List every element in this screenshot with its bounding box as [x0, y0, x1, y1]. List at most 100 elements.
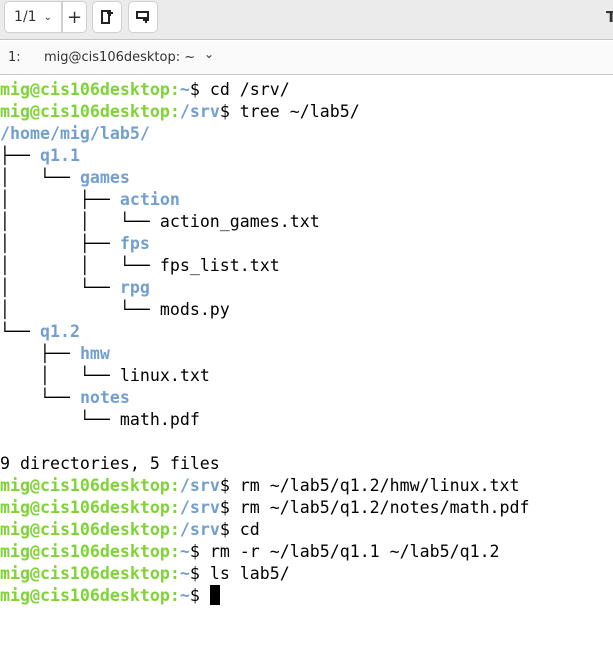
output-line: ├── q1.1 — [0, 145, 613, 167]
command: rm -r ~/lab5/q1.1 ~/lab5/q1.2 — [199, 542, 500, 561]
chevron-down-icon: ⌄ — [43, 11, 52, 23]
page-selector[interactable]: 1/1 ⌄ — [4, 1, 62, 33]
command: rm ~/lab5/q1.2/notes/math.pdf — [229, 498, 530, 517]
output-line: └── notes — [0, 387, 613, 409]
prompt-separator: : — [169, 102, 180, 121]
tree-branch: ├── — [0, 146, 40, 165]
prompt-user: mig@cis106desktop — [0, 498, 170, 517]
prompt-line: mig@cis106desktop:~$ ls lab5/ — [0, 563, 613, 585]
prompt-line: mig@cis106desktop:/srv$ cd — [0, 519, 613, 541]
split-horizontal-icon — [136, 11, 149, 23]
directory-name: games — [79, 168, 130, 187]
command: tree ~/lab5/ — [229, 102, 360, 121]
file-name: linux.txt — [119, 366, 210, 385]
output-line: │ └── games — [0, 167, 613, 189]
tree-branch: ├── — [0, 344, 80, 363]
tab-title[interactable]: mig@cis106desktop: ~ — [44, 50, 195, 65]
directory-name: q1.1 — [39, 146, 80, 165]
output-line: │ └── rpg — [0, 277, 613, 299]
prompt-path: /srv — [179, 520, 220, 539]
tree-branch: └── — [0, 322, 40, 341]
terminal-output[interactable]: mig@cis106desktop:~$ cd /srv/mig@cis106d… — [0, 79, 613, 607]
file-name: mods.py — [159, 300, 230, 319]
prompt-separator: : — [169, 586, 180, 605]
prompt-separator: : — [169, 476, 180, 495]
prompt-path: /srv — [179, 102, 220, 121]
prompt-user: mig@cis106desktop — [0, 542, 170, 561]
prompt-user: mig@cis106desktop — [0, 564, 170, 583]
prompt-separator: : — [169, 542, 180, 561]
split-vertical-icon — [101, 10, 113, 24]
prompt-line: mig@cis106desktop:~$ rm -r ~/lab5/q1.1 ~… — [0, 541, 613, 563]
tree-branch: └── — [0, 388, 80, 407]
directory-name: /home/mig/lab5/ — [0, 124, 150, 143]
prompt-user: mig@cis106desktop — [0, 80, 170, 99]
tree-branch: │ │ └── — [0, 212, 160, 231]
output-line: ├── hmw — [0, 343, 613, 365]
output-line: 9 directories, 5 files — [0, 453, 613, 475]
prompt-path: /srv — [179, 498, 220, 517]
tree-branch: │ ├── — [0, 234, 120, 253]
file-name: 9 directories, 5 files — [0, 454, 220, 473]
directory-name: rpg — [119, 278, 150, 297]
tree-branch: │ └── — [0, 366, 120, 385]
command — [200, 586, 210, 605]
prompt-user: mig@cis106desktop — [0, 476, 170, 495]
split-horizontal-button[interactable] — [128, 1, 158, 33]
prompt-separator: : — [169, 498, 180, 517]
page-indicator: 1/1 — [14, 9, 37, 25]
tree-branch: │ └── — [0, 300, 160, 319]
prompt-dollar: $ — [219, 102, 230, 121]
prompt-line: mig@cis106desktop:~$ — [0, 585, 613, 607]
prompt-path: ~ — [179, 586, 190, 605]
add-terminal-button[interactable]: + — [62, 1, 87, 33]
output-line: │ ├── action — [0, 189, 613, 211]
file-name: fps_list.txt — [159, 256, 280, 275]
prompt-dollar: $ — [219, 520, 230, 539]
tree-branch: │ │ └── — [0, 256, 160, 275]
cursor — [209, 585, 220, 605]
file-name: math.pdf — [119, 410, 200, 429]
prompt-path: ~ — [179, 542, 190, 561]
prompt-dollar: $ — [219, 498, 230, 517]
prompt-dollar: $ — [189, 586, 200, 605]
output-line: │ │ └── fps_list.txt — [0, 255, 613, 277]
prompt-dollar: $ — [219, 476, 230, 495]
prompt-user: mig@cis106desktop — [0, 102, 170, 121]
directory-name: action — [119, 190, 180, 209]
tree-branch: │ └── — [0, 278, 120, 297]
output-line: │ │ └── action_games.txt — [0, 211, 613, 233]
split-vertical-button[interactable] — [92, 1, 122, 33]
output-line: /home/mig/lab5/ — [0, 123, 613, 145]
prompt-path: ~ — [179, 564, 190, 583]
prompt-dollar: $ — [189, 564, 200, 583]
output-line: │ └── mods.py — [0, 299, 613, 321]
prompt-dollar: $ — [189, 542, 200, 561]
prompt-line: mig@cis106desktop:/srv$ rm ~/lab5/q1.2/n… — [0, 497, 613, 519]
chevron-down-icon[interactable]: ⌄ — [204, 47, 214, 61]
tab-index: 1: — [8, 50, 21, 65]
output-line: └── q1.2 — [0, 321, 613, 343]
tree-branch: │ ├── — [0, 190, 120, 209]
directory-name: fps — [119, 234, 150, 253]
command: cd — [229, 520, 260, 539]
prompt-separator: : — [169, 564, 180, 583]
directory-name: q1.2 — [39, 322, 80, 341]
command: cd /srv/ — [199, 80, 290, 99]
tab-bar: 1: mig@cis106desktop: ~ ⌄ — [0, 41, 613, 75]
prompt-user: mig@cis106desktop — [0, 586, 170, 605]
prompt-separator: : — [169, 520, 180, 539]
output-line: │ └── linux.txt — [0, 365, 613, 387]
output-line: │ ├── fps — [0, 233, 613, 255]
command: ls lab5/ — [199, 564, 290, 583]
prompt-path: ~ — [179, 80, 190, 99]
prompt-line: mig@cis106desktop:~$ cd /srv/ — [0, 79, 613, 101]
prompt-line: mig@cis106desktop:/srv$ tree ~/lab5/ — [0, 101, 613, 123]
tree-branch: │ └── — [0, 168, 80, 187]
prompt-separator: : — [169, 80, 180, 99]
prompt-user: mig@cis106desktop — [0, 520, 170, 539]
terminal-toolbar: 1/1 ⌄ + T — [0, 0, 613, 40]
file-name: action_games.txt — [159, 212, 320, 231]
prompt-dollar: $ — [189, 80, 200, 99]
